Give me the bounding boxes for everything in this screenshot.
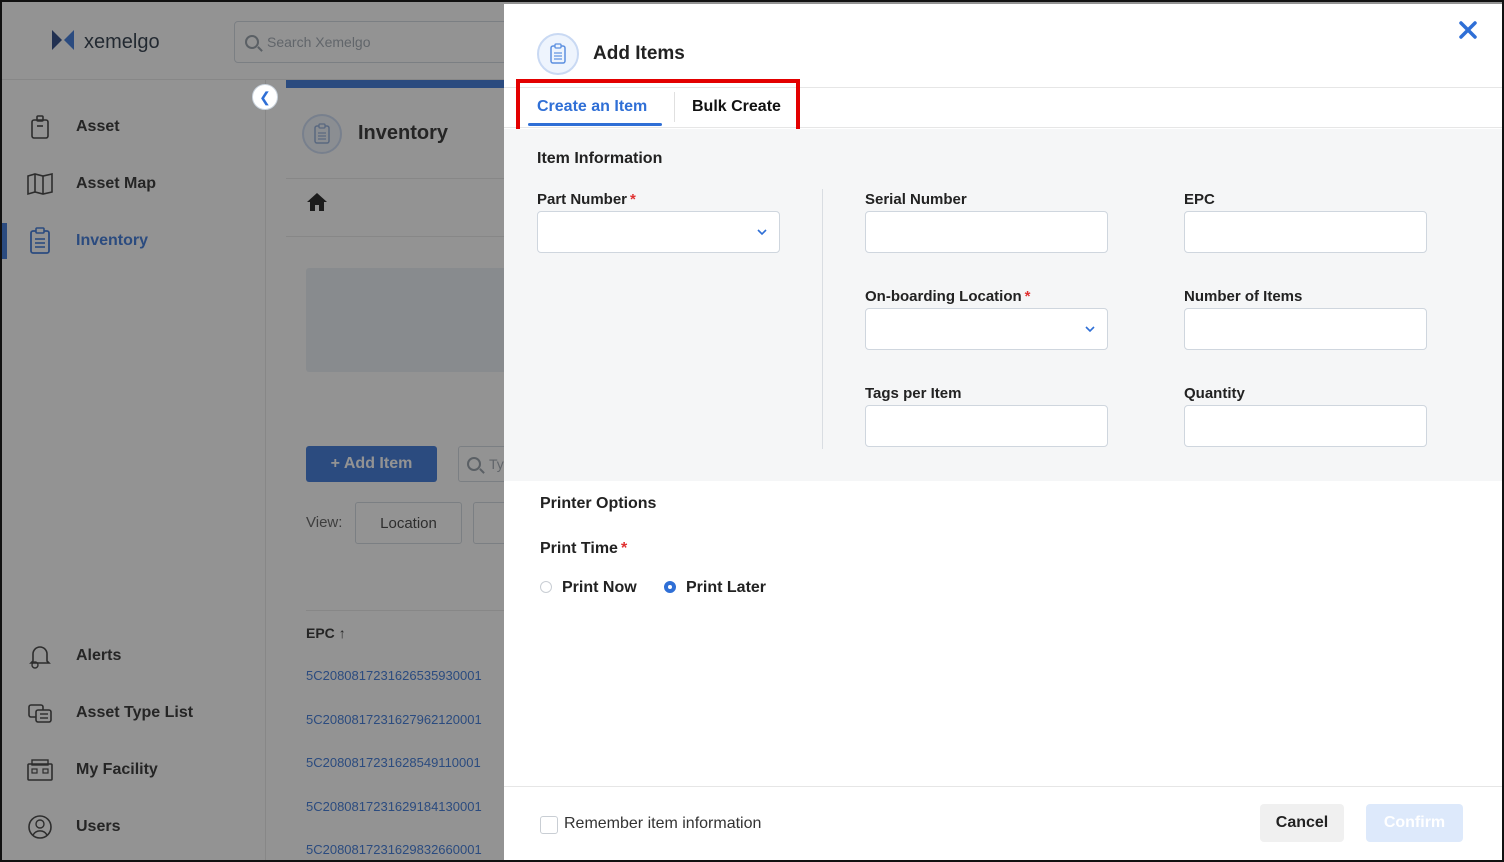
chevron-down-icon xyxy=(757,224,767,236)
epc-input[interactable] xyxy=(1184,211,1427,253)
print-now-label[interactable]: Print Now xyxy=(562,579,637,597)
onboarding-location-select[interactable] xyxy=(865,308,1108,350)
remember-item-checkbox[interactable] xyxy=(540,816,558,834)
clipboard-icon xyxy=(537,33,579,75)
required-marker: * xyxy=(630,191,636,208)
serial-number-label: Serial Number xyxy=(865,191,967,208)
tabs-highlight-annotation xyxy=(516,79,800,133)
modal-title: Add Items xyxy=(593,43,685,64)
serial-number-input[interactable] xyxy=(865,211,1108,253)
tags-per-item-label: Tags per Item xyxy=(865,385,962,402)
column-divider xyxy=(822,189,823,449)
print-time-label: Print Time * xyxy=(540,540,628,557)
item-information-section: Item Information Part Number * Serial Num… xyxy=(504,129,1502,481)
chevron-down-icon xyxy=(1085,321,1095,333)
sidebar-collapse-button[interactable]: ❮ xyxy=(252,84,278,110)
modal-header: Add Items xyxy=(504,4,1502,88)
section-title: Item Information xyxy=(537,150,663,167)
close-icon[interactable] xyxy=(1454,18,1482,46)
printer-options-title: Printer Options xyxy=(540,495,657,512)
epc-label: EPC xyxy=(1184,191,1215,208)
part-number-select[interactable] xyxy=(537,211,780,253)
part-number-label: Part Number * xyxy=(537,191,636,208)
modal-footer: Remember item information Cancel Confirm xyxy=(504,786,1502,860)
quantity-input[interactable] xyxy=(1184,405,1427,447)
print-now-radio[interactable] xyxy=(540,581,552,593)
required-marker: * xyxy=(620,540,628,557)
screen-frame: xemelgo Search Xemelgo Asset Asset Map xyxy=(0,0,1504,862)
cancel-button[interactable]: Cancel xyxy=(1260,804,1344,842)
print-later-label[interactable]: Print Later xyxy=(686,579,766,597)
tags-per-item-input[interactable] xyxy=(865,405,1108,447)
quantity-label: Quantity xyxy=(1184,385,1245,402)
chevron-left-icon: ❮ xyxy=(259,88,271,105)
print-later-radio[interactable] xyxy=(664,581,676,593)
confirm-button[interactable]: Confirm xyxy=(1366,804,1463,842)
remember-item-label[interactable]: Remember item information xyxy=(564,815,761,833)
number-of-items-label: Number of Items xyxy=(1184,288,1303,305)
onboarding-location-label: On-boarding Location * xyxy=(865,288,1031,305)
required-marker: * xyxy=(1024,288,1031,305)
add-items-modal: Add Items Create an Item Bulk Create Ite… xyxy=(504,4,1502,860)
number-of-items-input[interactable] xyxy=(1184,308,1427,350)
